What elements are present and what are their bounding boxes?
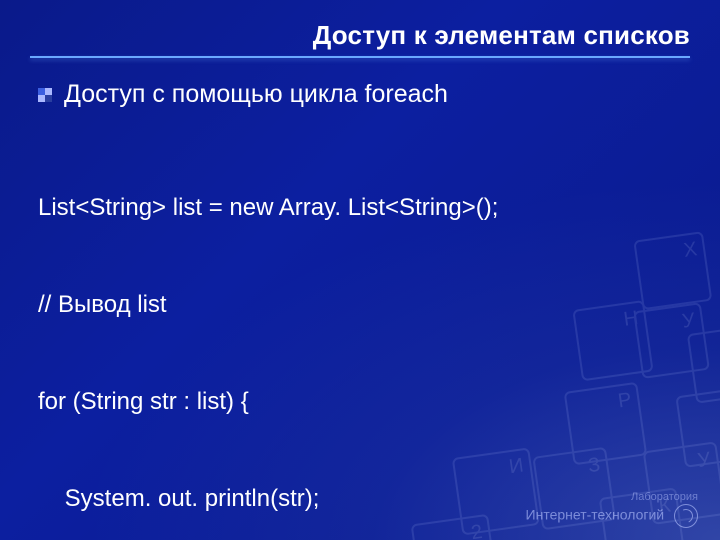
footer-line2: Интернет-технологий xyxy=(526,507,665,523)
title-bar: Доступ к элементам списков xyxy=(0,20,720,57)
code-line: List<String> list = new Array. List<Stri… xyxy=(38,192,690,224)
bullet-row: Доступ с помощью цикла foreach xyxy=(38,80,690,109)
code-line: // Вывод list xyxy=(38,289,690,321)
logo-icon xyxy=(674,504,698,528)
slide: Доступ к элементам списков Доступ с помо… xyxy=(0,0,720,540)
bullet-text: Доступ с помощью цикла foreach xyxy=(64,80,448,109)
bg-key: Е xyxy=(687,325,720,404)
footer: Лаборатория Интернет-технологий xyxy=(526,491,698,528)
footer-line1: Лаборатория xyxy=(526,491,698,504)
code-block: List<String> list = new Array. List<Stri… xyxy=(38,127,690,540)
code-line: for (String str : list) { xyxy=(38,386,690,418)
title-divider xyxy=(30,56,690,58)
slide-body: Доступ с помощью цикла foreach List<Stri… xyxy=(38,80,690,540)
slide-title: Доступ к элементам списков xyxy=(30,20,690,51)
bullet-icon xyxy=(38,88,52,102)
